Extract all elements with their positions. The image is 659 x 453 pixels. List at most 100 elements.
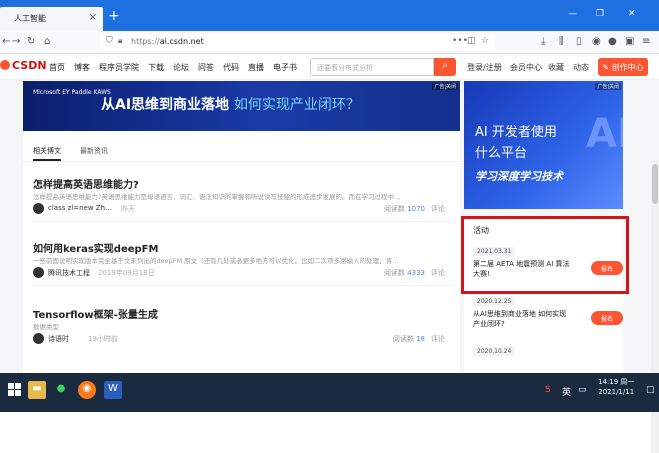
read-count: 阅读数 18 — [392, 335, 425, 343]
banner-title: 从AI思维到商业落地 如何实现产业闭环？ — [101, 97, 360, 113]
download-icon[interactable]: ⤓ — [541, 36, 545, 47]
nav-item-ebook[interactable]: 电子书 — [273, 62, 297, 73]
divider — [33, 221, 453, 222]
url-host: ai.csdn.net — [159, 37, 204, 46]
nav-item-code[interactable]: 代码 — [223, 62, 239, 73]
extension-icon[interactable]: ◉ — [592, 36, 601, 47]
shield-icon: ⛉ — [106, 36, 113, 46]
create-center-button[interactable]: ✎ 创作中心 — [598, 58, 648, 76]
extension2-icon[interactable]: ▣ — [625, 36, 634, 47]
browser-tab-bar: 人工智能 × + — ❐ ✕ — [0, 0, 659, 31]
avatar[interactable] — [33, 333, 44, 344]
nav-item-qa[interactable]: 问答 — [198, 62, 214, 73]
avatar[interactable] — [33, 203, 44, 214]
forward-icon[interactable]: → — [12, 36, 20, 47]
clock[interactable]: 14:19 周一 2021/1/11 — [598, 377, 634, 397]
site-logo[interactable]: CSDN — [0, 59, 47, 72]
article-author[interactable]: 腾讯技术工程 — [48, 268, 90, 278]
site-header: CSDN 首页 博客 程序员学院 下载 论坛 问答 代码 直播 电子书 还要看分… — [0, 54, 659, 80]
search-input[interactable]: 还要看分布式分析 — [310, 58, 434, 76]
page-actions-icon[interactable]: ••• — [452, 36, 468, 46]
article-title[interactable]: 怎样提高英语思维能力? — [33, 176, 139, 191]
nav-item-home[interactable]: 首页 — [49, 62, 65, 73]
nav-item-blog[interactable]: 博客 — [74, 62, 90, 73]
windows-start-icon[interactable] — [8, 383, 22, 397]
tray-app-icon[interactable]: S — [545, 385, 551, 395]
address-bar[interactable]: ⛉ 🔒︎ https://ai.csdn.net ••• ◫ ☆ — [100, 34, 495, 51]
vip-link[interactable]: 会员中心 — [510, 62, 542, 73]
edit-icon: ✎ — [602, 63, 610, 72]
url-prefix: https:// — [131, 37, 160, 46]
article-author[interactable]: 诗语时 — [48, 334, 69, 344]
article-title[interactable]: 如何用keras实现deepFM — [33, 240, 158, 255]
activity-date: 2020.10.24 — [473, 347, 516, 356]
comment-link[interactable]: 评论 — [431, 334, 445, 344]
reload-icon[interactable]: ↻ — [27, 36, 35, 47]
favorites-link[interactable]: 收藏 — [548, 62, 564, 73]
comment-link[interactable]: 评论 — [431, 268, 445, 278]
tray-lang[interactable]: 英 — [562, 385, 571, 398]
menu-icon[interactable]: ≡ — [642, 36, 650, 47]
window-minimize-icon[interactable]: — — [568, 9, 577, 19]
new-tab-icon[interactable]: + — [108, 8, 120, 24]
signup-button[interactable]: 报名 — [591, 311, 623, 325]
browser-nav-bar: ← → ↻ ⌂ ⛉ 🔒︎ https://ai.csdn.net ••• ◫ ☆… — [0, 31, 659, 54]
nav-item-live[interactable]: 直播 — [248, 62, 264, 73]
wechat-icon[interactable]: ● — [52, 381, 70, 399]
lock-icon: 🔒︎ — [118, 36, 123, 45]
activity-link[interactable]: 动态 — [573, 62, 589, 73]
comment-link[interactable]: 评论 — [431, 204, 445, 214]
firefox-icon[interactable]: ◉ — [78, 381, 96, 399]
divider — [23, 161, 460, 162]
tab-related-posts[interactable]: 相关博文 — [33, 146, 61, 161]
word-icon[interactable]: W — [104, 381, 122, 399]
scrollbar-thumb[interactable] — [652, 164, 658, 204]
activity-title[interactable]: 从AI思维到商业落地 如何实现产业闭环? — [473, 309, 573, 329]
home-icon[interactable]: ⌂ — [44, 36, 50, 47]
sidebar-ad[interactable]: 广告|关闭 AI 开发者使用 什么平台 学习深度学习技术 AI — [464, 81, 623, 209]
article-title[interactable]: Tensorflow框架-张量生成 — [33, 306, 158, 321]
banner-brands: Microsoft EY Paddle KAWS — [33, 89, 111, 96]
ai-logo-mark: AI — [586, 111, 623, 157]
browser-tab[interactable]: 人工智能 × — [0, 7, 103, 31]
activity-item[interactable]: 2020.12.25 从AI思维到商业落地 如何实现产业闭环? 报名 — [473, 296, 623, 328]
login-link[interactable]: 登录/注册 — [467, 62, 502, 73]
bookmark-star-icon[interactable]: ☆ — [481, 36, 489, 46]
article-desc: 数据类型 — [33, 323, 59, 331]
ad-line: 学习深度学习技术 — [475, 170, 563, 183]
file-explorer-icon[interactable]: ▬ — [28, 381, 46, 399]
ad-tag[interactable]: 广告|关闭 — [595, 83, 621, 90]
account-icon[interactable]: ● — [608, 36, 617, 47]
read-count: 阅读数 1070 — [383, 205, 425, 213]
window-close-icon[interactable]: ✕ — [628, 9, 636, 19]
article-desc: 怎样提高英语思维能力?英语思维能力是母语语言、词汇、语法知识的掌握和听说读写技能… — [33, 193, 401, 201]
logo-icon — [0, 60, 10, 70]
article-author[interactable]: class zl=new Zh… — [48, 204, 112, 212]
article-time: 2019年09月18日 — [98, 269, 155, 277]
close-tab-icon[interactable]: × — [89, 12, 97, 23]
top-banner-ad[interactable]: Microsoft EY Paddle KAWS 从AI思维到商业落地 如何实现… — [23, 81, 460, 131]
divider — [33, 285, 453, 286]
network-icon[interactable]: ▭ — [578, 385, 587, 395]
sidebar-icon[interactable]: ▯ — [576, 36, 582, 47]
main-column: Microsoft EY Paddle KAWS 从AI思维到商业落地 如何实现… — [23, 81, 460, 373]
window-maximize-icon[interactable]: ❐ — [596, 9, 604, 19]
nav-item-forum[interactable]: 论坛 — [173, 62, 189, 73]
nav-item-download[interactable]: 下载 — [148, 62, 164, 73]
library-icon[interactable]: ⫼ — [559, 36, 564, 47]
activity-date: 2020.12.25 — [473, 297, 516, 306]
tab-latest-news[interactable]: 最新资讯 — [80, 146, 108, 156]
nav-item-academy[interactable]: 程序员学院 — [99, 62, 139, 73]
search-icon[interactable]: ⌕ — [434, 58, 456, 76]
highlight-box — [461, 216, 629, 294]
notification-icon[interactable]: ▢ — [646, 385, 655, 395]
read-count: 阅读数 4333 — [383, 269, 425, 277]
back-icon[interactable]: ← — [2, 36, 10, 47]
avatar[interactable] — [33, 267, 44, 278]
article-time: 昨天 — [121, 205, 135, 213]
pocket-icon[interactable]: ◫ — [467, 36, 476, 46]
ad-line: AI 开发者使用 — [475, 125, 557, 140]
ad-tag[interactable]: 广告|关闭 — [432, 83, 458, 90]
tab-title: 人工智能 — [14, 14, 46, 23]
activity-item[interactable]: 2020.10.24 — [473, 346, 623, 356]
